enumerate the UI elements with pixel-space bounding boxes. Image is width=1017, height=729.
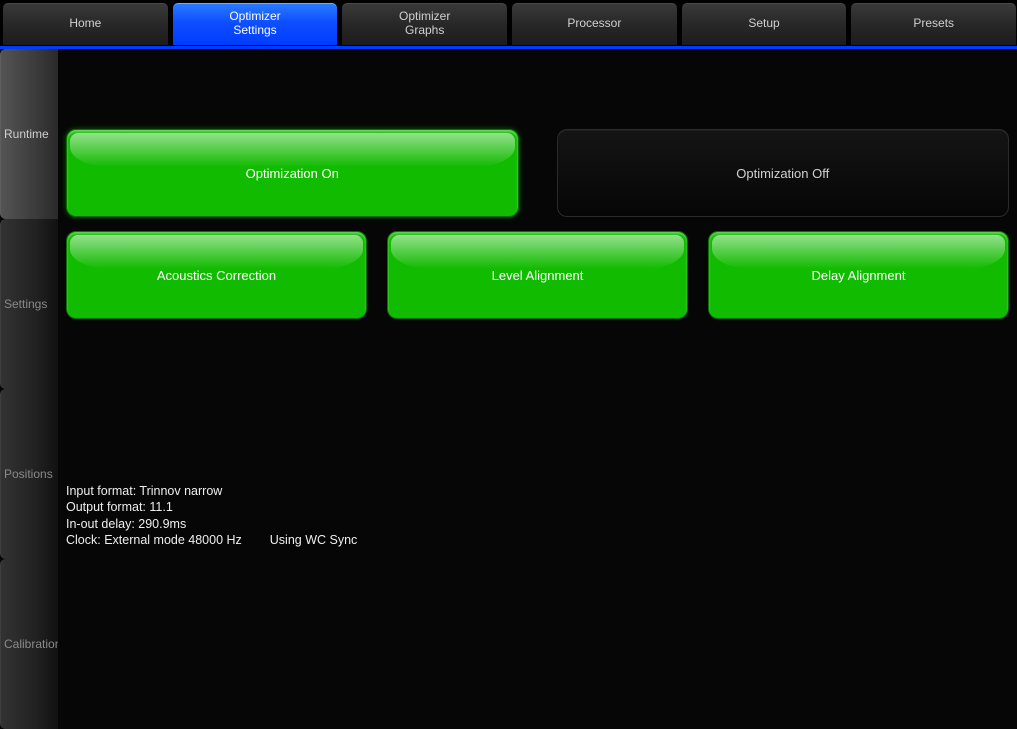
status-clock-mode: Clock: External mode 48000 Hz — [66, 533, 242, 547]
correction-buttons-row: Acoustics Correction Level Alignment Del… — [66, 231, 1009, 319]
top-nav: Home Optimizer Settings Optimizer Graphs… — [0, 0, 1017, 46]
status-clock-sync: Using WC Sync — [270, 533, 358, 547]
level-alignment-button[interactable]: Level Alignment — [387, 231, 688, 319]
delay-alignment-button[interactable]: Delay Alignment — [708, 231, 1009, 319]
status-output-format: Output format: 11.1 — [66, 499, 1009, 515]
content-area: Optimization On Optimization Off Acousti… — [58, 49, 1017, 729]
acoustics-correction-button[interactable]: Acoustics Correction — [66, 231, 367, 319]
tab-setup[interactable]: Setup — [681, 2, 848, 46]
status-inout-delay: In-out delay: 290.9ms — [66, 516, 1009, 532]
tab-processor[interactable]: Processor — [511, 2, 678, 46]
status-clock-line: Clock: External mode 48000 Hz Using WC Sy… — [66, 532, 1009, 548]
sidetab-calibration[interactable]: Calibration — [0, 559, 58, 729]
sidetab-runtime[interactable]: Runtime — [0, 49, 58, 219]
layout-body: Runtime Settings Positions Calibration O… — [0, 49, 1017, 729]
status-input-format: Input format: Trinnov narrow — [66, 483, 1009, 499]
sidetab-settings[interactable]: Settings — [0, 219, 58, 389]
tab-optimizer-graphs[interactable]: Optimizer Graphs — [341, 2, 508, 46]
optimization-off-button[interactable]: Optimization Off — [557, 129, 1010, 217]
sidetab-positions[interactable]: Positions — [0, 389, 58, 559]
optimization-on-button[interactable]: Optimization On — [66, 129, 519, 217]
status-block: Input format: Trinnov narrow Output form… — [66, 483, 1009, 548]
optimization-toggle-row: Optimization On Optimization Off — [66, 129, 1009, 217]
tab-presets[interactable]: Presets — [850, 2, 1017, 46]
tab-home[interactable]: Home — [2, 2, 169, 46]
tab-optimizer-settings[interactable]: Optimizer Settings — [172, 2, 339, 46]
sidebar: Runtime Settings Positions Calibration — [0, 49, 58, 729]
